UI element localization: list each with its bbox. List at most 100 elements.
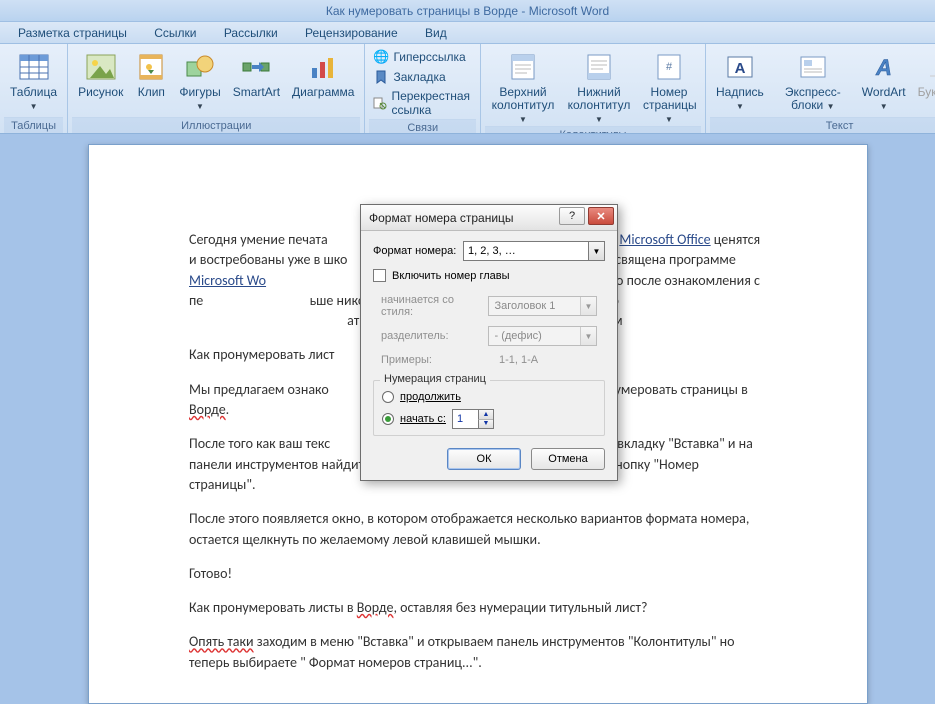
- btn-label: Надпись: [716, 85, 764, 99]
- bookmark-button[interactable]: Закладка: [373, 69, 472, 85]
- spell-marked: Ворде: [357, 599, 394, 616]
- dropcap-button[interactable]: A Буквица▼: [912, 47, 935, 113]
- crossref-button[interactable]: Перекрестная ссылка: [373, 89, 472, 117]
- ribbon: Таблица ▼ Таблицы Рисунок Клип: [0, 44, 935, 134]
- group-label: Текст: [710, 117, 935, 133]
- link[interactable]: Microsoft Office: [619, 231, 710, 248]
- picture-icon: [85, 51, 117, 83]
- bookmark-icon: [373, 69, 389, 85]
- radio-label: начать с:: [400, 413, 446, 425]
- btn-label: Перекрестная ссылка: [391, 89, 472, 117]
- close-button[interactable]: ✕: [588, 207, 614, 225]
- start-at-radio[interactable]: [382, 413, 394, 425]
- group-text: A Надпись▼ Экспресс-блоки ▼ A WordArt▼ A: [706, 44, 935, 133]
- spin-up-icon[interactable]: ▲: [478, 410, 493, 420]
- header-button[interactable]: Верхний колонтитул ▼: [485, 47, 561, 126]
- format-label: Формат номера:: [373, 245, 463, 257]
- chevron-down-icon: ▼: [588, 242, 604, 260]
- textbox-button[interactable]: A Надпись▼: [710, 47, 770, 113]
- wordart-icon: A: [868, 51, 900, 83]
- shapes-button[interactable]: Фигуры ▼: [173, 47, 226, 113]
- group-illustrations: Рисунок Клип Фигуры ▼ SmartArt: [68, 44, 365, 133]
- svg-text:#: #: [666, 61, 673, 73]
- tab-mailings[interactable]: Рассылки: [212, 22, 290, 44]
- spin-down-icon[interactable]: ▼: [478, 420, 493, 429]
- dialog-body: Формат номера: 1, 2, 3, … ▼ Включить ном…: [361, 231, 617, 480]
- cancel-button[interactable]: Отмена: [531, 448, 605, 470]
- btn-label: WordArt: [862, 85, 906, 99]
- select-value: 1, 2, 3, …: [468, 245, 516, 257]
- paragraph: Готово!: [189, 564, 767, 584]
- chevron-down-icon: ▼: [827, 102, 835, 111]
- svg-text:A: A: [734, 60, 745, 77]
- tab-view[interactable]: Вид: [413, 22, 459, 44]
- ribbon-tabs: Разметка страницы Ссылки Рассылки Реценз…: [0, 22, 935, 44]
- textbox-icon: A: [724, 51, 756, 83]
- chevron-down-icon: ▼: [880, 102, 888, 111]
- btn-label: Буквица: [918, 85, 935, 99]
- tab-page-layout[interactable]: Разметка страницы: [6, 22, 139, 44]
- tab-review[interactable]: Рецензирование: [293, 22, 410, 44]
- link[interactable]: Microsoft Wo: [189, 272, 266, 289]
- paragraph: Опять таки заходим в меню "Вставка" и от…: [189, 632, 767, 673]
- continue-radio[interactable]: [382, 391, 394, 403]
- group-label: Иллюстрации: [72, 117, 360, 133]
- tab-references[interactable]: Ссылки: [142, 22, 208, 44]
- globe-icon: 🌐: [373, 49, 389, 65]
- page-number-button[interactable]: # Номер страницы ▼: [637, 47, 701, 126]
- number-format-select[interactable]: 1, 2, 3, … ▼: [463, 241, 605, 261]
- footer-button[interactable]: Нижний колонтитул ▼: [561, 47, 637, 126]
- crossref-icon: [373, 95, 387, 111]
- paragraph: Как пронумеровать листы в Ворде, оставля…: [189, 598, 767, 618]
- chevron-down-icon: ▼: [595, 115, 603, 124]
- page-number-icon: #: [653, 51, 685, 83]
- btn-label: Закладка: [393, 70, 445, 84]
- starts-style-select: Заголовок 1 ▼: [488, 296, 597, 316]
- separator-select: - (дефис) ▼: [488, 326, 597, 346]
- shapes-icon: [184, 51, 216, 83]
- table-button[interactable]: Таблица ▼: [4, 47, 63, 113]
- smartart-icon: [240, 51, 272, 83]
- chevron-down-icon: ▼: [196, 102, 204, 111]
- help-button[interactable]: ?: [559, 207, 585, 225]
- spinner-value: 1: [457, 413, 463, 425]
- hyperlink-button[interactable]: 🌐 Гиперссылка: [373, 49, 472, 65]
- group-tables: Таблица ▼ Таблицы: [0, 44, 68, 133]
- picture-button[interactable]: Рисунок: [72, 47, 129, 99]
- btn-label: SmartArt: [233, 86, 280, 99]
- include-chapter-checkbox[interactable]: [373, 269, 386, 282]
- separator-label: разделитель:: [381, 330, 488, 342]
- btn-label: Рисунок: [78, 86, 123, 99]
- checkbox-label: Включить номер главы: [392, 270, 510, 282]
- window-title: Как нумеровать страницы в Ворде - Micros…: [326, 4, 609, 18]
- spell-marked: Ворде: [189, 401, 226, 418]
- btn-label: Номер страницы: [643, 85, 697, 112]
- btn-label: Фигуры: [179, 85, 220, 99]
- btn-label: Верхний колонтитул: [492, 85, 555, 112]
- starts-style-label: начинается со стиля:: [381, 294, 488, 318]
- btn-label: Клип: [135, 86, 167, 99]
- dropcap-icon: A: [924, 51, 935, 83]
- btn-label: Таблица: [10, 85, 57, 99]
- clip-button[interactable]: Клип: [129, 47, 173, 99]
- quickparts-button[interactable]: Экспресс-блоки ▼: [770, 47, 856, 113]
- chevron-down-icon: ▼: [30, 102, 38, 111]
- examples-label: Примеры:: [381, 354, 499, 366]
- wordart-button[interactable]: A WordArt ▼: [856, 47, 912, 113]
- chevron-down-icon: ▼: [580, 327, 596, 345]
- smartart-button[interactable]: SmartArt: [227, 47, 286, 99]
- chart-button[interactable]: Диаграмма: [286, 47, 360, 99]
- dialog-titlebar[interactable]: Формат номера страницы ? ✕: [361, 205, 617, 231]
- btn-label: Диаграмма: [292, 86, 354, 99]
- start-at-spinner[interactable]: 1 ▲ ▼: [452, 409, 494, 429]
- radio-label: продолжить: [400, 391, 461, 403]
- numbering-legend: Нумерация страниц: [380, 373, 490, 385]
- examples-value: 1-1, 1-A: [499, 354, 538, 366]
- quickparts-icon: [797, 51, 829, 83]
- ok-button[interactable]: ОК: [447, 448, 521, 470]
- group-label: Связи: [369, 119, 476, 134]
- header-icon: [507, 51, 539, 83]
- group-label: Колонтитулы: [485, 126, 701, 134]
- group-header-footer: Верхний колонтитул ▼ Нижний колонтитул ▼…: [481, 44, 706, 133]
- group-label: Таблицы: [4, 117, 63, 133]
